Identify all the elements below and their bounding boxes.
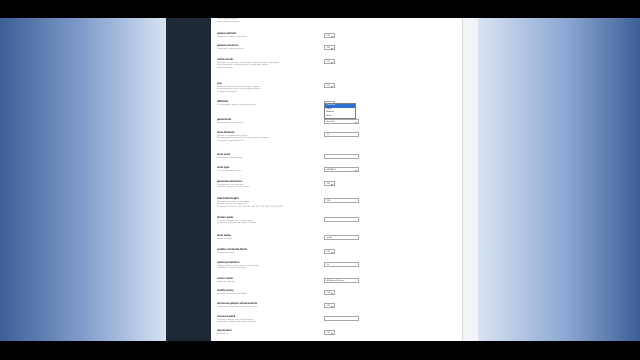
property-text-input[interactable]: world	[324, 235, 359, 240]
property-description: Название сервера.	[217, 280, 236, 283]
property-name: texture-pack	[217, 216, 233, 219]
property-text-input[interactable]	[324, 154, 359, 159]
property-text-input[interactable]	[324, 217, 359, 222]
settings-page[interactable]: allow-netherПозволяет игрокам путешество…	[211, 18, 462, 341]
property-description: Тип генерируемого мира.	[217, 169, 242, 172]
property-text-input[interactable]	[324, 316, 359, 321]
property-description: Ключ для генерации мира.	[217, 156, 243, 159]
property-name: level-seed	[217, 153, 230, 156]
property-name: enable-query	[217, 289, 234, 292]
property-name: resource-pack	[217, 315, 236, 318]
property-description: Режим игры по умолчанию.	[217, 121, 244, 124]
property-select[interactable]: ON	[324, 83, 335, 88]
property-text-input[interactable]: A Minecraft Server	[324, 278, 359, 283]
property-description: Радиус защиты точки спавна от изменений …	[217, 264, 259, 270]
property-select[interactable]: ON	[324, 45, 335, 50]
property-description: Позволяет игрокам сражаться друг с друго…	[217, 85, 261, 94]
property-name: max-build-height	[217, 197, 239, 200]
dropdown-option[interactable]: Hard	[325, 115, 355, 119]
property-description: Позволяет игрокам путешествовать в Незер…	[217, 18, 241, 24]
property-name: gamemode	[217, 118, 232, 121]
property-select[interactable]: ON	[324, 303, 335, 308]
property-name: online-mode	[217, 58, 233, 61]
sidebar-strip	[166, 18, 211, 341]
property-select[interactable]: ON	[324, 249, 335, 254]
property-text-input[interactable]: 10	[324, 132, 359, 137]
property-description: Ссылка на ресурс-пак, который будет пред…	[217, 318, 257, 324]
property-name: spawn-protection	[217, 261, 240, 264]
page-scroll-area[interactable]	[462, 18, 479, 341]
property-select[interactable]: ON	[324, 181, 335, 186]
property-description: Проверять ли учетную запись игрока через…	[217, 61, 280, 70]
property-name: enable-command-block	[217, 248, 248, 251]
property-name: server-name	[217, 277, 233, 280]
video-frame: allow-netherПозволяет игрокам путешество…	[0, 18, 640, 341]
property-select[interactable]: ON	[324, 330, 335, 335]
desktop-wallpaper-right	[478, 18, 640, 341]
property-select[interactable]: ON	[324, 59, 335, 64]
property-description: Ссылка на ресурс-пак, который будет пред…	[217, 219, 257, 225]
property-description: Дальность прорисовки в чанках. Рекоменду…	[217, 134, 270, 143]
property-name: difficulty	[217, 100, 229, 103]
property-description: Командные блоки.	[217, 251, 235, 254]
property-select[interactable]: DEFAULT	[324, 167, 359, 172]
property-text-input[interactable]: 16	[324, 262, 359, 267]
property-description: Устанавливает уровень сложности игры.	[217, 103, 257, 106]
property-description: Выключено.	[217, 332, 229, 335]
property-name: pvp	[217, 82, 222, 85]
property-name: spawn-animals	[217, 32, 237, 35]
desktop-wallpaper-left	[0, 18, 166, 341]
property-name: level-type	[217, 166, 230, 169]
property-description: Включает протокол GameSpy4.	[217, 292, 248, 295]
property-name: generate-structures	[217, 180, 243, 183]
property-name: level-name	[217, 234, 231, 237]
property-name: announce-player-achievements	[217, 302, 258, 305]
property-description: Позволяет спавнить животных.	[217, 35, 248, 38]
property-name: spawn-monsters	[217, 44, 239, 47]
property-description: Название мира.	[217, 237, 233, 240]
property-text-input[interactable]: 256	[324, 198, 359, 203]
property-name: pvp-broken	[217, 329, 232, 332]
property-select[interactable]: Survival	[324, 119, 359, 124]
property-description: Генерировать ли структуры (деревни, креп…	[217, 183, 250, 189]
property-select[interactable]: OFF	[324, 290, 335, 295]
property-description: Позволяет спавнить мобов.	[217, 47, 244, 50]
property-select[interactable]: ON	[324, 33, 335, 38]
property-description: Объявлять ли достижения игроков в чате.	[217, 305, 258, 308]
property-description: Максимальная высота постройки. Высота до…	[217, 200, 284, 209]
difficulty-dropdown-list[interactable]: Peaceful Easy Normal Hard	[324, 103, 356, 120]
property-name: view-distance	[217, 131, 235, 134]
